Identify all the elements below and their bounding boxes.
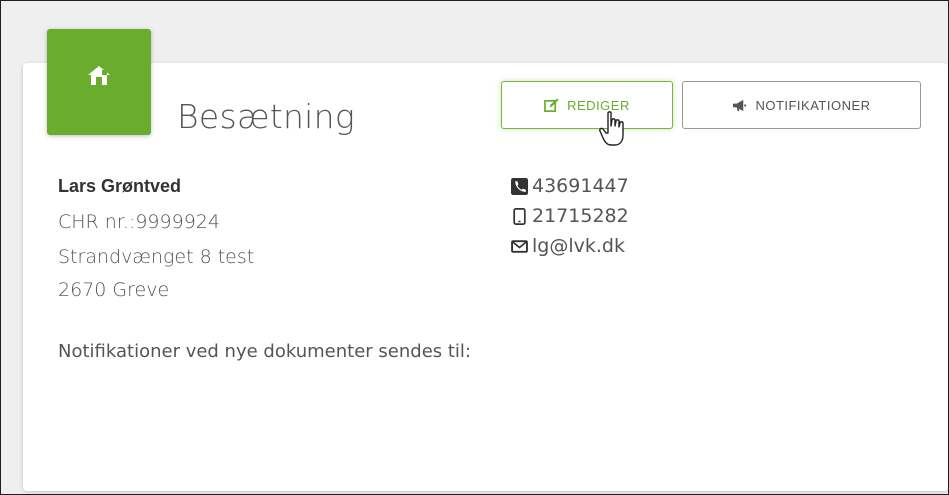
chr-number: CHR nr.:9999924 <box>58 211 220 233</box>
herd-badge <box>47 29 151 135</box>
megaphone-icon <box>733 99 747 111</box>
edit-button[interactable]: REDIGER <box>501 81 673 129</box>
house-icon <box>88 66 110 85</box>
city: 2670 Greve <box>58 279 170 301</box>
mobile-number: 21715282 <box>532 205 629 227</box>
email-address[interactable]: lg@lvk.dk <box>532 235 625 257</box>
notification-info-text: Notifikationer ved nye dokumenter sendes… <box>58 341 471 362</box>
street-address: Strandvænget 8 test <box>58 246 255 268</box>
edit-icon <box>544 97 559 112</box>
phone-icon <box>511 177 528 195</box>
mobile-icon <box>513 207 526 225</box>
contact-email[interactable]: lg@lvk.dk <box>511 235 625 257</box>
notifications-button-label: NOTIFIKATIONER <box>755 97 871 113</box>
envelope-icon <box>511 239 528 253</box>
contact-mobile: 21715282 <box>511 205 629 227</box>
page-title: Besætning <box>177 97 355 136</box>
notifications-button[interactable]: NOTIFIKATIONER <box>682 81 921 129</box>
hand-pointer-cursor <box>599 111 624 146</box>
contact-phone: 43691447 <box>511 175 629 197</box>
owner-name: Lars Grøntved <box>58 176 182 196</box>
window-frame: Besætning REDIGER NOTIFIKATIONER Lars Gr… <box>0 0 949 495</box>
phone-number: 43691447 <box>532 175 629 197</box>
